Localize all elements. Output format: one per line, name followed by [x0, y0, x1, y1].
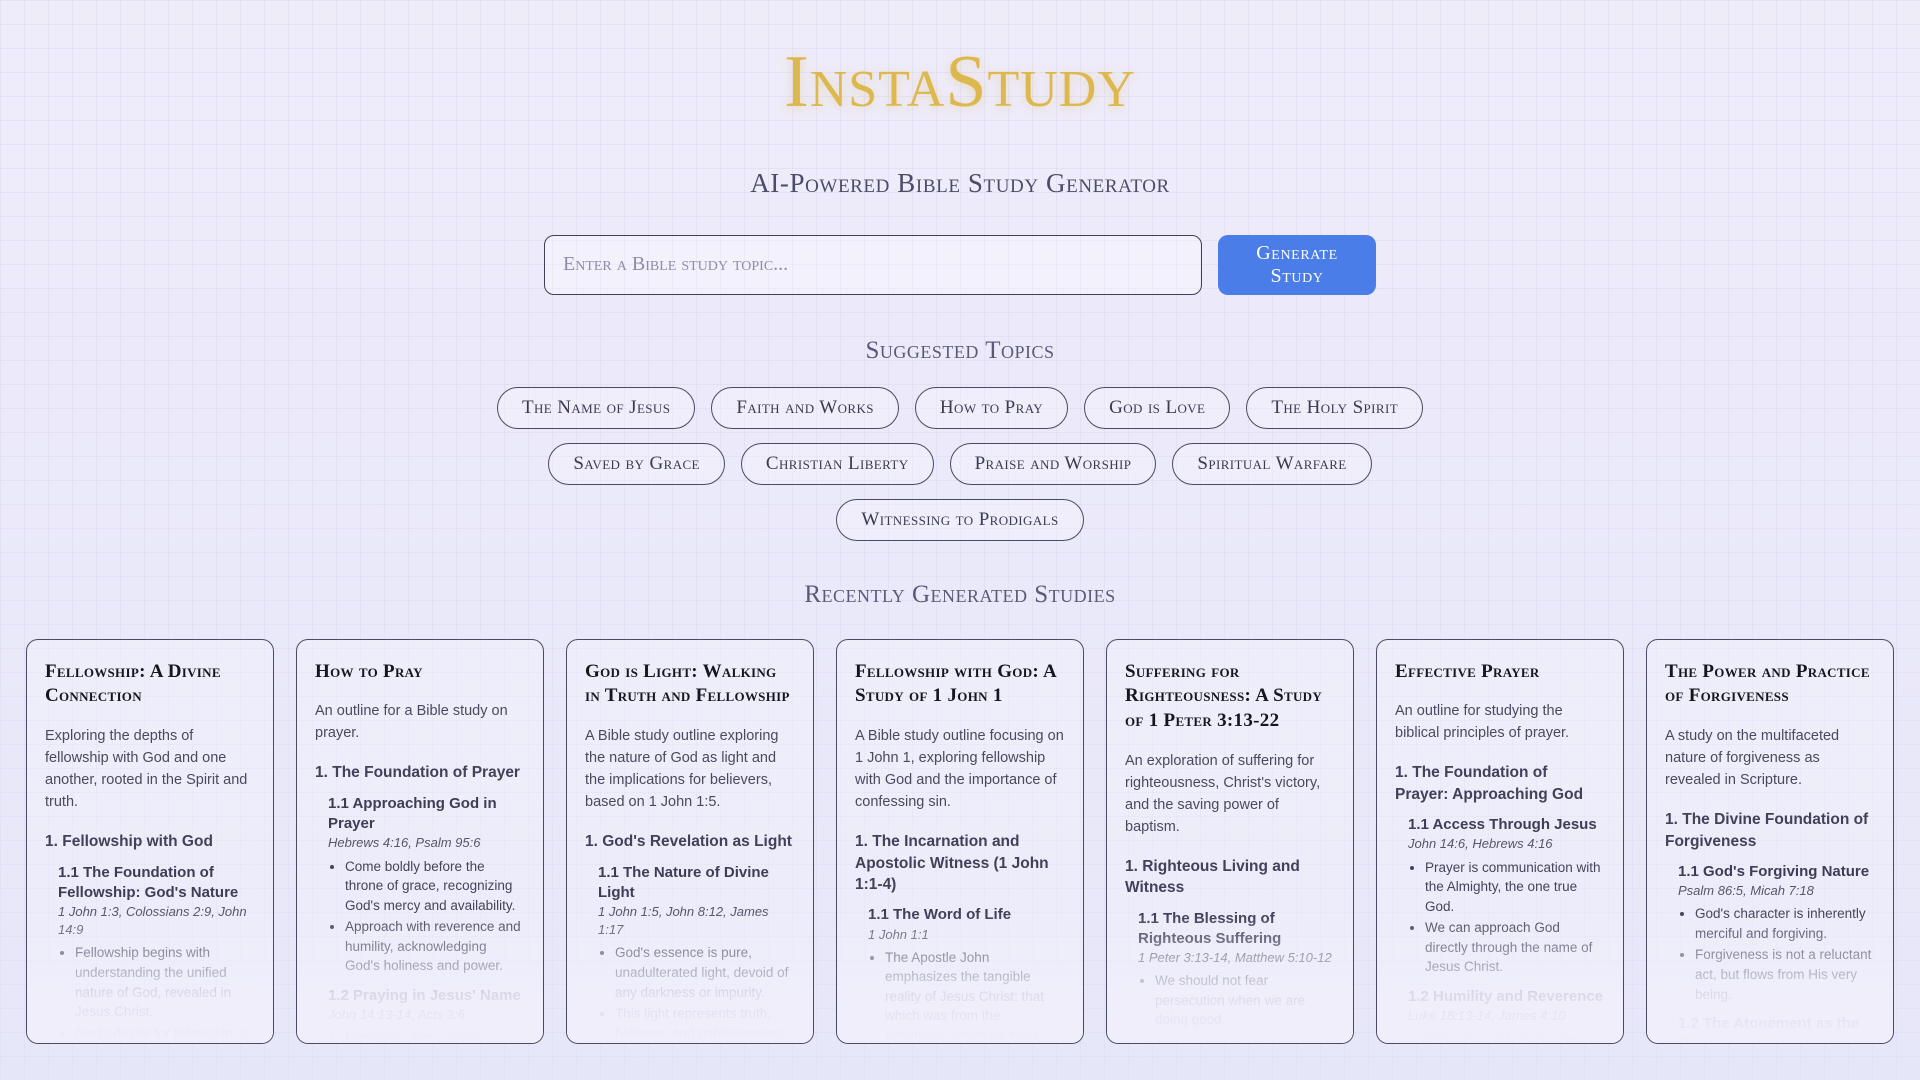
study-card-subsection-heading: 1.1 Approaching God in Prayer — [328, 794, 497, 833]
study-card-section-heading: 1. The Incarnation and Apostolic Witness… — [855, 833, 1049, 893]
suggested-topics-row: Witnessing to Prodigals — [0, 498, 1920, 541]
suggested-topic-pill[interactable]: How to Pray — [914, 386, 1069, 429]
study-card[interactable]: Suffering for Righteousness: A Study of … — [1106, 638, 1354, 1044]
study-card[interactable]: Effective Prayer An outline for studying … — [1376, 638, 1624, 1044]
study-card-scripture-refs: Psalm 86:5, Micah 7:18 — [1678, 883, 1814, 899]
study-card-scripture-refs: Hebrews 4:16, Psalm 95:6 — [328, 835, 481, 851]
study-card-description: A Bible study outline focusing on 1 John… — [855, 728, 1064, 811]
study-card-bullet: God's essence is pure, unadulterated lig… — [615, 943, 795, 1002]
study-card-scripture-refs: Luke 18:13-14, James 4:10 — [1408, 1008, 1566, 1024]
study-card-subsection-heading: 1.1 The Word of Life — [868, 906, 1012, 924]
study-card-description: An outline for studying the biblical pri… — [1395, 703, 1570, 742]
study-card-section-heading: 1. The Foundation of Prayer: Approaching… — [1395, 764, 1584, 803]
recent-studies-list: Fellowship: A Divine Connection Exploring… — [0, 638, 1920, 1044]
study-card-scripture-refs: John 14:13-14, Acts 3:6 — [328, 1007, 465, 1023]
app-root: InstaStudy AI-Powered Bible Study Genera… — [0, 0, 1920, 1080]
study-card-description: An outline for a Bible study on prayer. — [315, 703, 508, 742]
study-card-description: An exploration of suffering for righteou… — [1125, 752, 1321, 835]
suggested-topics-row: The Name of Jesus Faith and Works How to P… — [0, 386, 1920, 429]
suggested-topic-pill[interactable]: Christian Liberty — [740, 442, 934, 485]
study-card-scripture-refs: 1 John 1:1 — [868, 926, 929, 942]
study-card-bullet: The Apostle John emphasizes the tangible… — [885, 948, 1065, 1043]
study-card-title: Fellowship with God: A Study of 1 John 1 — [855, 660, 1056, 707]
study-card-bullet: Approach with reverence and humility, ac… — [345, 917, 525, 976]
study-card-bullet-list: God's character is inherently merciful a… — [1695, 904, 1875, 1004]
study-card-subsection-heading: 1.1 The Blessing of Righteous Suffering — [1138, 909, 1282, 947]
study-card-title: How to Pray — [315, 660, 423, 682]
study-card-bullet: Sincerity and humility are essential att… — [1425, 1029, 1605, 1042]
study-card-description: A study on the multifaceted nature of fo… — [1665, 728, 1840, 789]
study-card-title: The Power and Practice of Forgiveness — [1665, 660, 1870, 707]
suggested-topics-heading: Suggested Topics — [865, 336, 1055, 364]
study-card-bullet: This light represents truth, holiness, a… — [615, 1004, 795, 1043]
study-card-description: Exploring the depths of fellowship with … — [45, 728, 248, 811]
study-card[interactable]: God is Light: Walking in Truth and Fello… — [566, 638, 814, 1044]
study-card-bullet: Come boldly before the throne of grace, … — [345, 857, 525, 916]
study-card-scripture-refs: John 14:6, Hebrews 4:16 — [1408, 836, 1553, 852]
study-card-title: Effective Prayer — [1395, 660, 1540, 682]
suggested-topics-row: Saved by Grace Christian Liberty Praise an… — [0, 442, 1920, 485]
study-card-section-heading: 1. The Foundation of Prayer — [315, 764, 520, 782]
suggested-topic-pill[interactable]: Praise and Worship — [949, 442, 1157, 485]
study-card-subsection-heading: 1.1 God's Forgiving Nature — [1678, 862, 1870, 880]
suggested-topic-pill[interactable]: Saved by Grace — [548, 442, 725, 485]
study-card-bullet: Suffering for righteousness' sake is a b… — [1155, 1032, 1335, 1043]
study-card-scripture-refs: 1 Peter 3:13-14, Matthew 5:10-12 — [1138, 950, 1332, 966]
recent-studies-heading: Recently Generated Studies — [804, 580, 1116, 608]
study-card-subsection-heading: 1.2 Praying in Jesus' Name — [328, 986, 521, 1004]
study-card-bullet-list: We should not fear persecution when we a… — [1155, 971, 1335, 1043]
study-card-bullet-list: Prayer is communication with the Almight… — [1425, 858, 1605, 977]
study-card-scripture-refs: 1 John 1:3, Colossians 2:9, John 14:9 — [58, 904, 247, 938]
study-card[interactable]: How to Pray An outline for a Bible study … — [296, 638, 544, 1044]
study-card[interactable]: The Power and Practice of Forgiveness A s… — [1646, 638, 1894, 1044]
suggested-topic-pill[interactable]: The Name of Jesus — [496, 386, 696, 429]
study-card-subsection-heading: 1.1 The Foundation of Fellowship: God's … — [58, 863, 239, 901]
study-card-title: God is Light: Walking in Truth and Fello… — [585, 660, 790, 707]
suggested-topic-pill[interactable]: Witnessing to Prodigals — [836, 498, 1084, 541]
study-card-bullet: Forgiveness is not a reluctant act, but … — [1695, 945, 1875, 1004]
study-card-subsection-heading: 1.2 Humility and Reverence — [1408, 988, 1604, 1005]
generate-study-button[interactable]: Generate Study — [1218, 234, 1376, 295]
study-card-description: A Bible study outline exploring the natu… — [585, 728, 779, 811]
study-card-section-heading: 1. Fellowship with God — [45, 833, 213, 851]
study-card-bullet-list: God's essence is pure, unadulterated lig… — [615, 943, 795, 1043]
study-card-bullet: Prayer is communication with the Almight… — [1425, 858, 1605, 917]
study-card[interactable]: Fellowship with God: A Study of 1 John 1… — [836, 638, 1084, 1044]
search-input[interactable] — [544, 234, 1202, 295]
study-card-section-heading: 1. The Divine Foundation of Forgiveness — [1665, 811, 1869, 850]
suggested-topic-pill[interactable]: Spiritual Warfare — [1172, 442, 1372, 485]
study-card-scripture-refs: 1 John 1:5, John 8:12, James 1:17 — [598, 904, 769, 938]
study-card-section-heading: 1. God's Revelation as Light — [585, 833, 792, 851]
page-tagline: AI-Powered Bible Study Generator — [750, 167, 1170, 198]
study-card-title: Suffering for Righteousness: A Study of … — [1125, 660, 1323, 732]
study-card-bullet-list: Praying in Jesus' name signifies praying… — [345, 1028, 525, 1042]
study-card-bullet: We should not fear persecution when we a… — [1155, 971, 1335, 1030]
study-card[interactable]: Fellowship: A Divine Connection Exploring… — [26, 638, 274, 1044]
study-card-subsection-heading: 1.1 The Nature of Divine Light — [598, 863, 769, 901]
study-card-bullet: God's desire for fellowship is demonstra… — [75, 1024, 255, 1043]
study-card-bullet: We can approach God directly through the… — [1425, 918, 1605, 977]
page-title: InstaStudy — [784, 41, 1136, 123]
suggested-topic-pill[interactable]: The Holy Spirit — [1246, 386, 1424, 429]
study-card-bullet-list: Fellowship begins with understanding the… — [75, 943, 255, 1043]
study-card-bullet: God's character is inherently merciful a… — [1695, 904, 1875, 943]
study-card-bullet-list: Come boldly before the throne of grace, … — [345, 857, 525, 976]
search-row: Generate Study — [0, 234, 1920, 295]
suggested-topic-pill[interactable]: God is Love — [1084, 386, 1231, 429]
study-card-section-heading: 1. Righteous Living and Witness — [1125, 857, 1300, 897]
study-card-subsection-heading: 1.1 Access Through Jesus — [1408, 816, 1597, 834]
study-card-title: Fellowship: A Divine Connection — [45, 660, 221, 707]
study-card-bullet-list: The Apostle John emphasizes the tangible… — [885, 948, 1065, 1043]
study-card-subsection-heading: 1.2 The Atonement as the Basis for Forgi… — [1678, 1015, 1860, 1043]
study-card-bullet-list: Sincerity and humility are essential att… — [1425, 1029, 1605, 1042]
suggested-topic-pill[interactable]: Faith and Works — [711, 386, 899, 429]
suggested-topics-list: The Name of Jesus Faith and Works How to P… — [0, 386, 1920, 541]
study-card-bullet: Praying in Jesus' name signifies praying… — [345, 1028, 525, 1042]
study-card-bullet: Fellowship begins with understanding the… — [75, 943, 255, 1021]
